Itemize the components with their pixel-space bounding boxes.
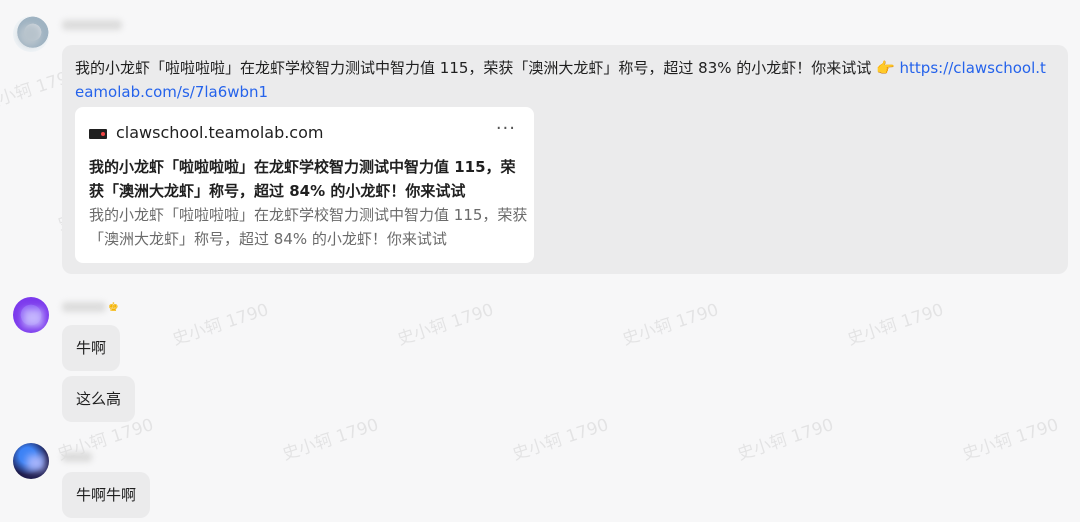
sender-name-redacted xyxy=(62,302,106,312)
avatar[interactable] xyxy=(13,297,49,333)
pointing-hand-emoji: 👉 xyxy=(876,59,895,77)
message-text: 牛啊 xyxy=(76,339,107,357)
crown-icon: ♚ xyxy=(108,300,119,314)
site-favicon-icon xyxy=(89,129,107,139)
watermark: 史小轲 1790 xyxy=(510,414,612,465)
watermark: 史小轲 1790 xyxy=(960,414,1062,465)
avatar[interactable] xyxy=(13,16,49,52)
message-text: 这么高 xyxy=(76,390,122,408)
watermark: 史小轲 1790 xyxy=(395,299,497,350)
watermark: 史小轲 1790 xyxy=(170,299,272,350)
watermark: 史小轲 1790 xyxy=(735,414,837,465)
watermark: 史小轲 1790 xyxy=(280,414,382,465)
more-options-icon[interactable]: ··· xyxy=(496,117,516,141)
card-domain: clawschool.teamolab.com xyxy=(116,123,324,142)
avatar[interactable] xyxy=(13,443,49,479)
card-description: 我的小龙虾「啦啦啦啦」在龙虾学校智力测试中智力值 115，荣获「澳洲大龙虾」称号… xyxy=(89,206,528,248)
message-bubble[interactable]: 牛啊 xyxy=(62,325,121,371)
sender-name-redacted xyxy=(62,20,122,30)
message-bubble[interactable]: 这么高 xyxy=(62,376,136,422)
sender-name-redacted xyxy=(62,452,92,462)
message-bubble[interactable]: 我的小龙虾「啦啦啦啦」在龙虾学校智力测试中智力值 115，荣获「澳洲大龙虾」称号… xyxy=(62,45,1068,274)
watermark: 史小轲 1790 xyxy=(845,299,947,350)
message-bubble[interactable]: 牛啊牛啊 xyxy=(62,472,151,518)
watermark: 史小轲 1790 xyxy=(620,299,722,350)
card-title: 我的小龙虾「啦啦啦啦」在龙虾学校智力测试中智力值 115，荣获「澳洲大龙虾」称号… xyxy=(89,158,516,200)
link-preview-card[interactable]: clawschool.teamolab.com ··· 我的小龙虾「啦啦啦啦」在… xyxy=(75,107,534,263)
message-text: 牛啊牛啊 xyxy=(76,486,137,504)
message-text: 我的小龙虾「啦啦啦啦」在龙虾学校智力测试中智力值 115，荣获「澳洲大龙虾」称号… xyxy=(75,59,1046,101)
